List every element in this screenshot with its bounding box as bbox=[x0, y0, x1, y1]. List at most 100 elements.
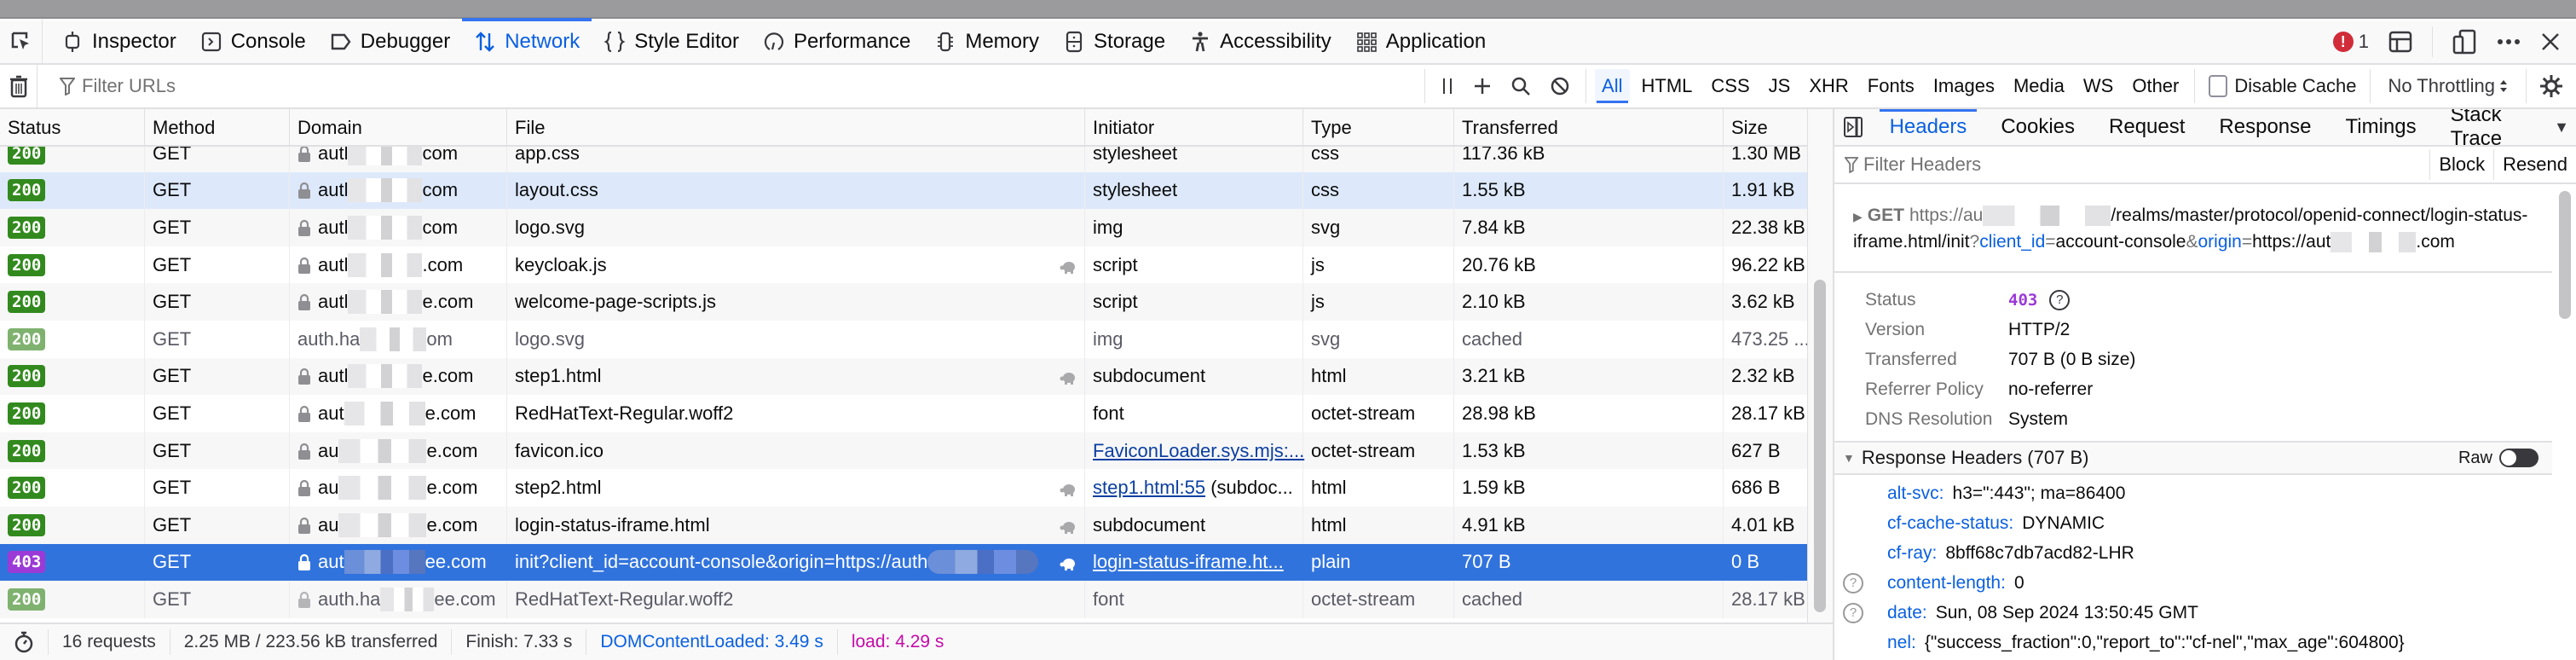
column-header-initiator[interactable]: Initiator bbox=[1085, 109, 1303, 147]
filter-urls-field[interactable] bbox=[38, 64, 1424, 108]
network-icon bbox=[474, 31, 496, 53]
performance-analysis-button[interactable] bbox=[0, 629, 49, 655]
domain-suffix: ee.com bbox=[434, 588, 496, 610]
help-icon[interactable]: ? bbox=[1843, 572, 1863, 593]
tab-style-editor[interactable]: Style Editor bbox=[592, 20, 751, 64]
tab-network[interactable]: Network bbox=[462, 18, 592, 64]
request-url-summary[interactable]: ▶ GET https://au/realms/master/protocol/op… bbox=[1834, 186, 2552, 273]
initiator-link[interactable]: step1.html:55 bbox=[1093, 477, 1205, 499]
more-options-icon[interactable] bbox=[2496, 38, 2521, 46]
request-row[interactable]: 200 GET auth.ha ee.com RedHatText-Regular.wo… bbox=[0, 581, 1807, 618]
filter-type-media[interactable]: Media bbox=[2007, 69, 2071, 103]
file-name: RedHatText-Regular.woff2 bbox=[515, 402, 734, 424]
responsive-design-icon[interactable] bbox=[2452, 28, 2477, 55]
close-icon[interactable] bbox=[2540, 32, 2561, 52]
dock-layout-icon[interactable] bbox=[2388, 30, 2413, 54]
filter-type-js[interactable]: JS bbox=[1762, 69, 1798, 103]
request-row[interactable]: 200 GET au e.com favicon.ico FaviconLoader.sy… bbox=[0, 431, 1807, 470]
filter-headers-input[interactable] bbox=[1863, 153, 2290, 176]
filter-type-all[interactable]: All bbox=[1595, 69, 1630, 103]
details-tab-response[interactable]: Response bbox=[2202, 109, 2328, 146]
request-row[interactable]: 200 GET autl com layout.css stylesheet css 1.55… bbox=[0, 171, 1807, 210]
resend-button[interactable]: Resend bbox=[2493, 149, 2576, 180]
toolbar-divider bbox=[2432, 26, 2433, 57]
tab-inspector[interactable]: Inspector bbox=[49, 20, 188, 64]
load-time: load: 4.29 s bbox=[851, 632, 944, 651]
request-row[interactable]: 403 GET aut ee.com init?client_id=account-co… bbox=[0, 543, 1807, 582]
filter-type-fonts[interactable]: Fonts bbox=[1861, 69, 1921, 103]
pause-icon[interactable] bbox=[1441, 76, 1454, 96]
clear-requests-button[interactable] bbox=[0, 64, 38, 108]
filter-type-xhr[interactable]: XHR bbox=[1802, 69, 1855, 103]
type-cell: octet-stream bbox=[1303, 395, 1454, 432]
throttling-select[interactable]: No Throttling bbox=[2370, 69, 2527, 103]
filter-type-html[interactable]: HTML bbox=[1635, 69, 1700, 103]
details-tab-stack-trace[interactable]: Stack Trace bbox=[2434, 109, 2555, 150]
more-tabs-dropdown[interactable]: ▼ bbox=[2554, 119, 2576, 136]
response-headers-section-header[interactable]: ▼ Response Headers (707 B) Raw bbox=[1834, 443, 2552, 475]
request-row[interactable]: 200 GET autl e.com step1.html subdocument html… bbox=[0, 357, 1807, 396]
element-picker-button[interactable] bbox=[0, 20, 43, 64]
application-icon bbox=[1355, 31, 1378, 53]
tab-accessibility[interactable]: Accessibility bbox=[1177, 20, 1343, 64]
response-header-row: cf-ray: 8bff68c7db7acd82-LHR bbox=[1843, 538, 2552, 568]
details-tab-timings[interactable]: Timings bbox=[2329, 109, 2434, 146]
raw-toggle[interactable]: Raw bbox=[2458, 449, 2552, 468]
tab-debugger[interactable]: Debugger bbox=[318, 20, 462, 64]
filter-type-other[interactable]: Other bbox=[2125, 69, 2186, 103]
filter-headers-field[interactable]: Block Resend bbox=[1834, 147, 2576, 184]
request-row[interactable]: 200 GET autl e.com welcome-page-scripts.js sc… bbox=[0, 283, 1807, 321]
request-row[interactable]: 200 GET aut e.com RedHatText-Regular.woff2 fo… bbox=[0, 395, 1807, 432]
initiator-link[interactable]: login-status-iframe.ht... bbox=[1093, 551, 1284, 573]
tab-console[interactable]: Console bbox=[188, 20, 318, 64]
help-icon[interactable]: ? bbox=[2049, 289, 2071, 310]
checkbox-box[interactable] bbox=[2209, 75, 2228, 97]
size-cell: 627 B bbox=[1731, 439, 1781, 461]
collapse-arrow-icon[interactable]: ▼ bbox=[1843, 451, 1855, 465]
column-header-file[interactable]: File bbox=[507, 109, 1085, 147]
details-tab-headers[interactable]: Headers bbox=[1873, 109, 1984, 146]
search-icon[interactable] bbox=[1510, 76, 1531, 96]
request-row[interactable]: 200 GET au e.com login-status-iframe.html sub… bbox=[0, 506, 1807, 544]
tab-application[interactable]: Application bbox=[1343, 20, 1498, 64]
details-scrollbar-thumb[interactable] bbox=[2559, 191, 2571, 319]
response-header-row: ? content-length: 0 bbox=[1843, 568, 2552, 598]
block-button[interactable]: Block bbox=[2429, 149, 2493, 180]
filter-type-ws[interactable]: WS bbox=[2076, 69, 2120, 103]
tab-storage[interactable]: Storage bbox=[1051, 20, 1177, 64]
tab-label: Accessibility bbox=[1220, 30, 1331, 53]
column-header-transferred[interactable]: Transferred bbox=[1454, 109, 1724, 147]
request-row[interactable]: 200 GET auth.ha om logo.svg img svg cached 473.2… bbox=[0, 320, 1807, 358]
column-header-size[interactable]: Size bbox=[1724, 109, 1807, 147]
request-row[interactable]: 200 GET au e.com step2.html step1.html:55 (su… bbox=[0, 469, 1807, 507]
column-header-status[interactable]: Status bbox=[0, 109, 145, 147]
tab-performance[interactable]: Performance bbox=[751, 20, 922, 64]
request-row[interactable]: 200 GET autl com logo.svg img svg 7.84 kB 22.38 … bbox=[0, 209, 1807, 246]
details-tab-cookies[interactable]: Cookies bbox=[1984, 109, 2092, 146]
column-header-method[interactable]: Method bbox=[145, 109, 290, 147]
add-filter-icon[interactable] bbox=[1473, 77, 1492, 96]
details-tab-request[interactable]: Request bbox=[2092, 109, 2202, 146]
tab-memory[interactable]: Memory bbox=[922, 20, 1051, 64]
filter-type-images[interactable]: Images bbox=[1926, 69, 2001, 103]
initiator-cell: img bbox=[1085, 320, 1303, 358]
method-cell: GET bbox=[145, 581, 290, 618]
block-urls-icon[interactable] bbox=[1550, 76, 1570, 96]
request-summary: Status 403? Version HTTP/2 Transferred 707 B … bbox=[1834, 273, 2552, 443]
type-cell: js bbox=[1303, 246, 1454, 284]
toggle-sidebar-button[interactable] bbox=[1834, 116, 1873, 138]
disable-cache-checkbox[interactable]: Disable Cache bbox=[2194, 69, 2370, 103]
filter-urls-input[interactable] bbox=[82, 75, 423, 97]
filter-type-css[interactable]: CSS bbox=[1704, 69, 1756, 103]
help-icon[interactable]: ? bbox=[1843, 602, 1863, 623]
status-cell: 200 bbox=[0, 171, 145, 210]
error-count-button[interactable]: ! 1 bbox=[2332, 31, 2369, 53]
raw-switch[interactable] bbox=[2499, 449, 2538, 467]
column-header-type[interactable]: Type bbox=[1303, 109, 1454, 147]
initiator-link[interactable]: FaviconLoader.sys.mjs:... bbox=[1093, 440, 1304, 462]
network-settings-button[interactable] bbox=[2527, 73, 2576, 99]
column-header-domain[interactable]: Domain bbox=[290, 109, 507, 147]
table-scrollbar-thumb[interactable] bbox=[1814, 280, 1826, 612]
request-row[interactable]: 200 GET autl .com keycloak.js script js 20.76 k… bbox=[0, 246, 1807, 284]
expand-arrow-icon[interactable]: ▶ bbox=[1853, 210, 1863, 223]
